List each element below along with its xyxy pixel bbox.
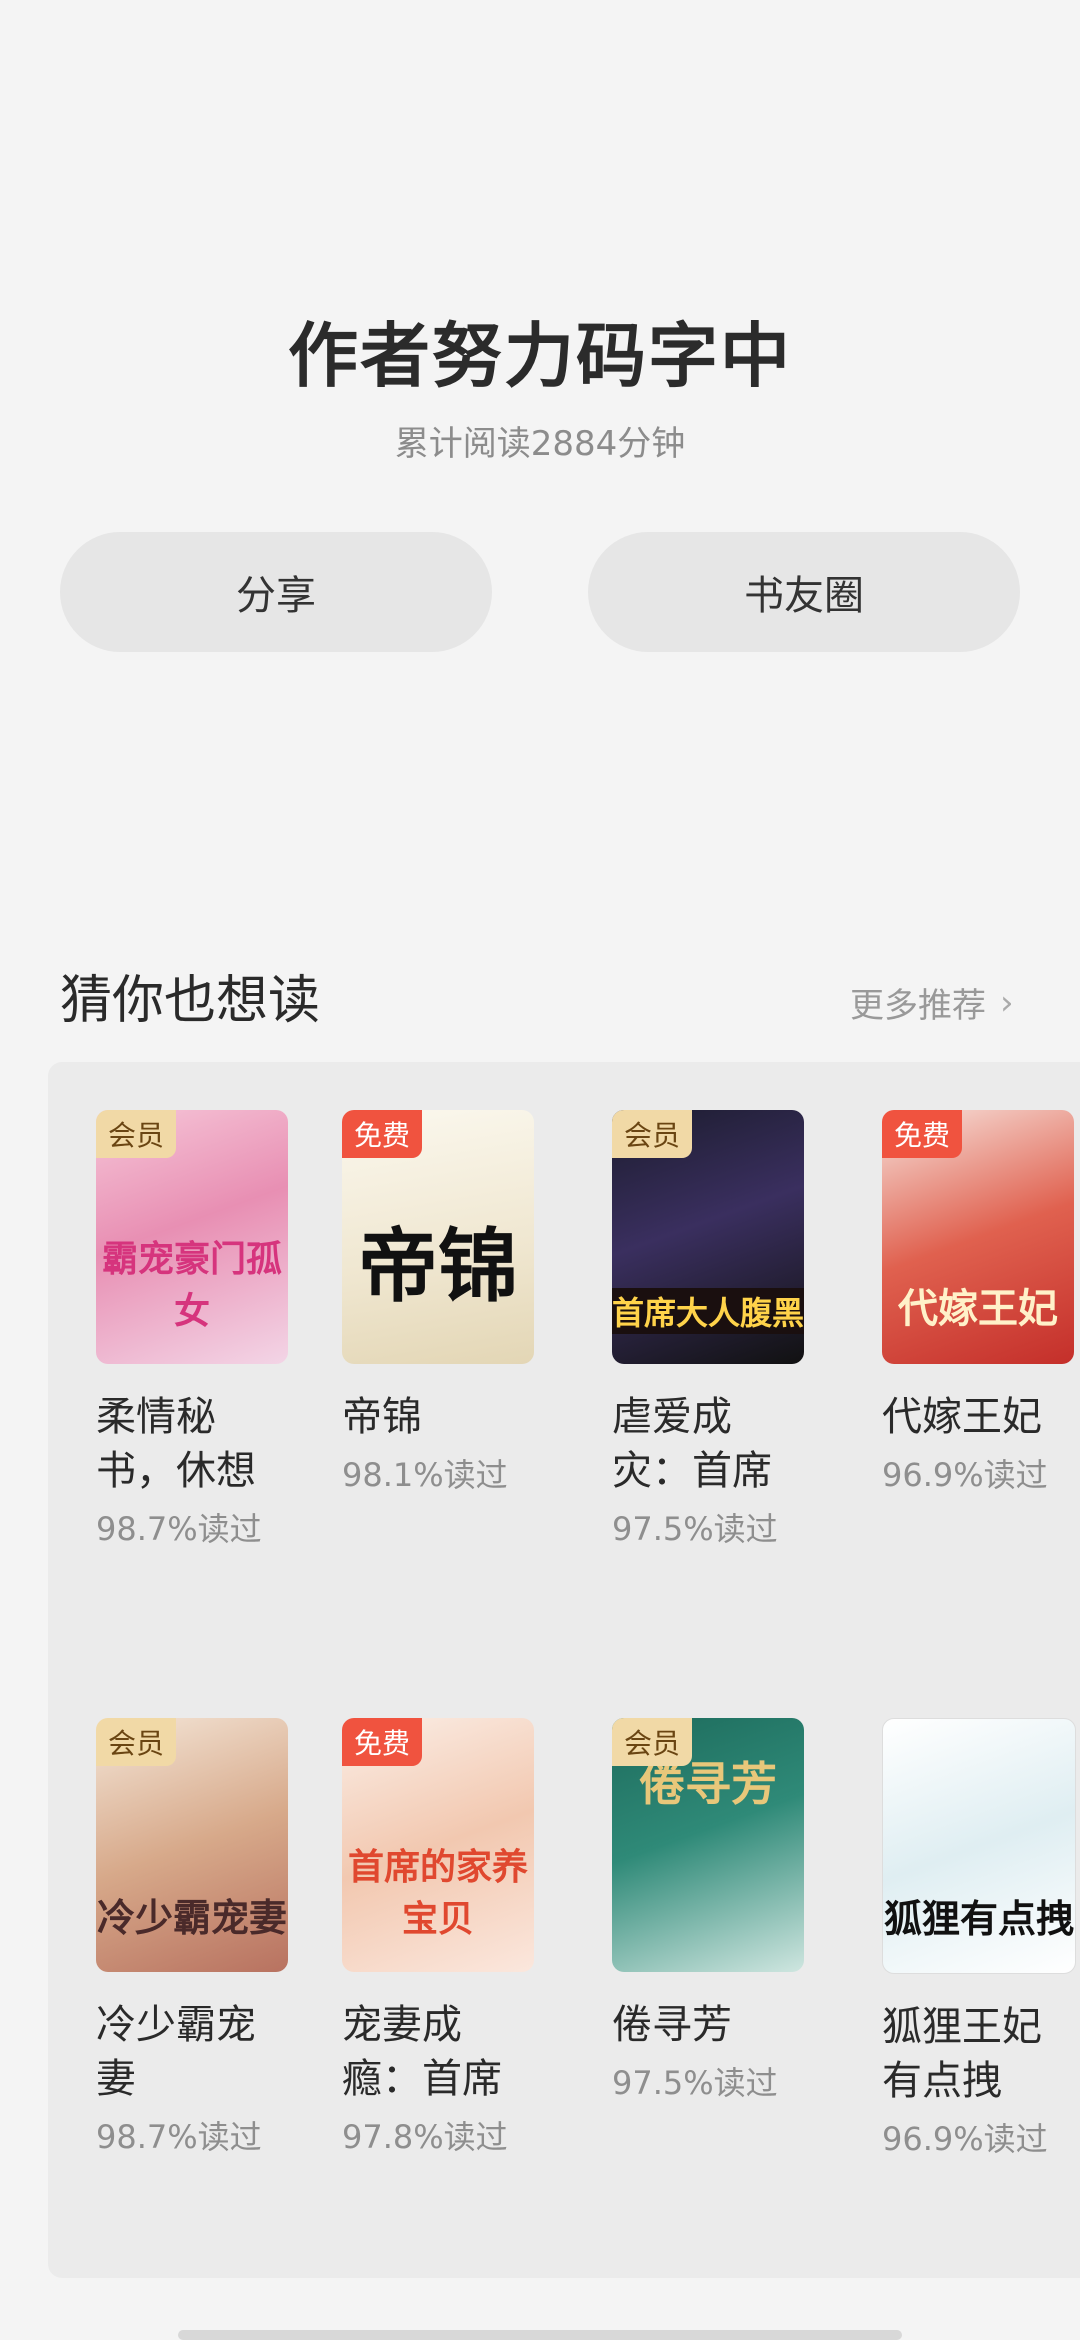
cover-title-art: 冷少霸宠妻 xyxy=(96,1895,287,1940)
section-title: 猜你也想读 xyxy=(60,971,321,1031)
book-cover[interactable]: 首席大人腹黑 会员 xyxy=(612,1110,804,1364)
book-cover[interactable]: 代嫁王妃 免费 xyxy=(882,1110,1074,1364)
book-read-rate: 97.5%读过 xyxy=(612,2064,778,2102)
book-cover[interactable]: 冷少霸宠妻 会员 xyxy=(96,1718,288,1972)
recommend-panel: 霸宠豪门孤女 会员 柔情秘书，休想 98.7%读过 帝锦 免费 帝锦 98.1%… xyxy=(48,1062,1080,2278)
book-card[interactable]: 代嫁王妃 免费 代嫁王妃 96.9%读过 xyxy=(882,1110,1080,1496)
cover-title-art: 首席的家养宝贝 xyxy=(347,1846,528,1940)
book-cover[interactable]: 首席的家养宝贝 免费 xyxy=(342,1718,534,1972)
book-read-rate: 97.5%读过 xyxy=(612,1510,778,1548)
book-card[interactable]: 倦寻芳 会员 倦寻芳 97.5%读过 xyxy=(612,1718,812,2104)
free-badge: 免费 xyxy=(342,1110,423,1158)
vip-badge: 会员 xyxy=(612,1718,693,1766)
book-read-rate: 96.9%读过 xyxy=(882,2120,1048,2158)
cover-title-art: 霸宠豪门孤女 xyxy=(101,1238,282,1332)
book-cover[interactable]: 狐狸有点拽 xyxy=(882,1718,1076,1974)
book-card[interactable]: 帝锦 免费 帝锦 98.1%读过 xyxy=(342,1110,542,1496)
scroll-indicator xyxy=(178,2330,902,2340)
book-read-rate: 97.8%读过 xyxy=(342,2118,508,2156)
more-recommend-link[interactable]: 更多推荐 › xyxy=(850,978,1014,1027)
reader-end-page: 作者努力码字中 累计阅读2884分钟 分享 书友圈 猜你也想读 更多推荐 › 霸… xyxy=(0,0,1080,2340)
book-read-rate: 98.7%读过 xyxy=(96,2118,262,2156)
share-button-label: 分享 xyxy=(236,573,316,619)
book-card[interactable]: 狐狸有点拽 狐狸王妃有点拽 96.9%读过 xyxy=(882,1718,1080,2160)
book-title: 狐狸王妃有点拽 xyxy=(882,2004,1042,2104)
book-title: 帝锦 xyxy=(342,1394,422,1440)
book-cover[interactable]: 霸宠豪门孤女 会员 xyxy=(96,1110,288,1364)
book-card[interactable]: 首席大人腹黑 会员 虐爱成灾：首席 97.5%读过 xyxy=(612,1110,812,1550)
vip-badge: 会员 xyxy=(96,1110,177,1158)
chevron-right-icon: › xyxy=(1000,982,1014,1023)
share-button[interactable]: 分享 xyxy=(60,532,492,652)
book-cover[interactable]: 倦寻芳 会员 xyxy=(612,1718,804,1972)
free-badge: 免费 xyxy=(342,1718,423,1766)
vip-badge: 会员 xyxy=(96,1718,177,1766)
book-title: 代嫁王妃 xyxy=(882,1394,1042,1440)
vip-badge: 会员 xyxy=(612,1110,693,1158)
book-card[interactable]: 冷少霸宠妻 会员 冷少霸宠妻 98.7%读过 xyxy=(96,1718,296,2158)
book-title: 冷少霸宠妻 xyxy=(96,2002,256,2102)
book-friends-circle-button[interactable]: 书友圈 xyxy=(588,532,1020,652)
book-friends-circle-label: 书友圈 xyxy=(744,573,864,619)
page-title: 作者努力码字中 xyxy=(288,315,792,397)
book-read-rate: 96.9%读过 xyxy=(882,1456,1048,1494)
cover-title-art: 狐狸有点拽 xyxy=(883,1896,1074,1941)
book-title: 柔情秘书，休想 xyxy=(96,1394,256,1494)
cover-title-art: 代嫁王妃 xyxy=(898,1285,1058,1332)
cover-title-art: 帝锦 xyxy=(358,1219,518,1313)
book-card[interactable]: 霸宠豪门孤女 会员 柔情秘书，休想 98.7%读过 xyxy=(96,1110,296,1550)
free-badge: 免费 xyxy=(882,1110,963,1158)
book-read-rate: 98.1%读过 xyxy=(342,1456,508,1494)
cover-title-art: 首席大人腹黑 xyxy=(612,1288,804,1334)
book-read-rate: 98.7%读过 xyxy=(96,1510,262,1548)
more-recommend-label: 更多推荐 xyxy=(850,986,986,1026)
book-card[interactable]: 首席的家养宝贝 免费 宠妻成瘾：首席 97.8%读过 xyxy=(342,1718,542,2158)
book-cover[interactable]: 帝锦 免费 xyxy=(342,1110,534,1364)
book-title: 宠妻成瘾：首席 xyxy=(342,2002,502,2102)
book-title: 倦寻芳 xyxy=(612,2002,732,2048)
reading-time-text: 累计阅读2884分钟 xyxy=(394,424,686,464)
book-title: 虐爱成灾：首席 xyxy=(612,1394,772,1494)
